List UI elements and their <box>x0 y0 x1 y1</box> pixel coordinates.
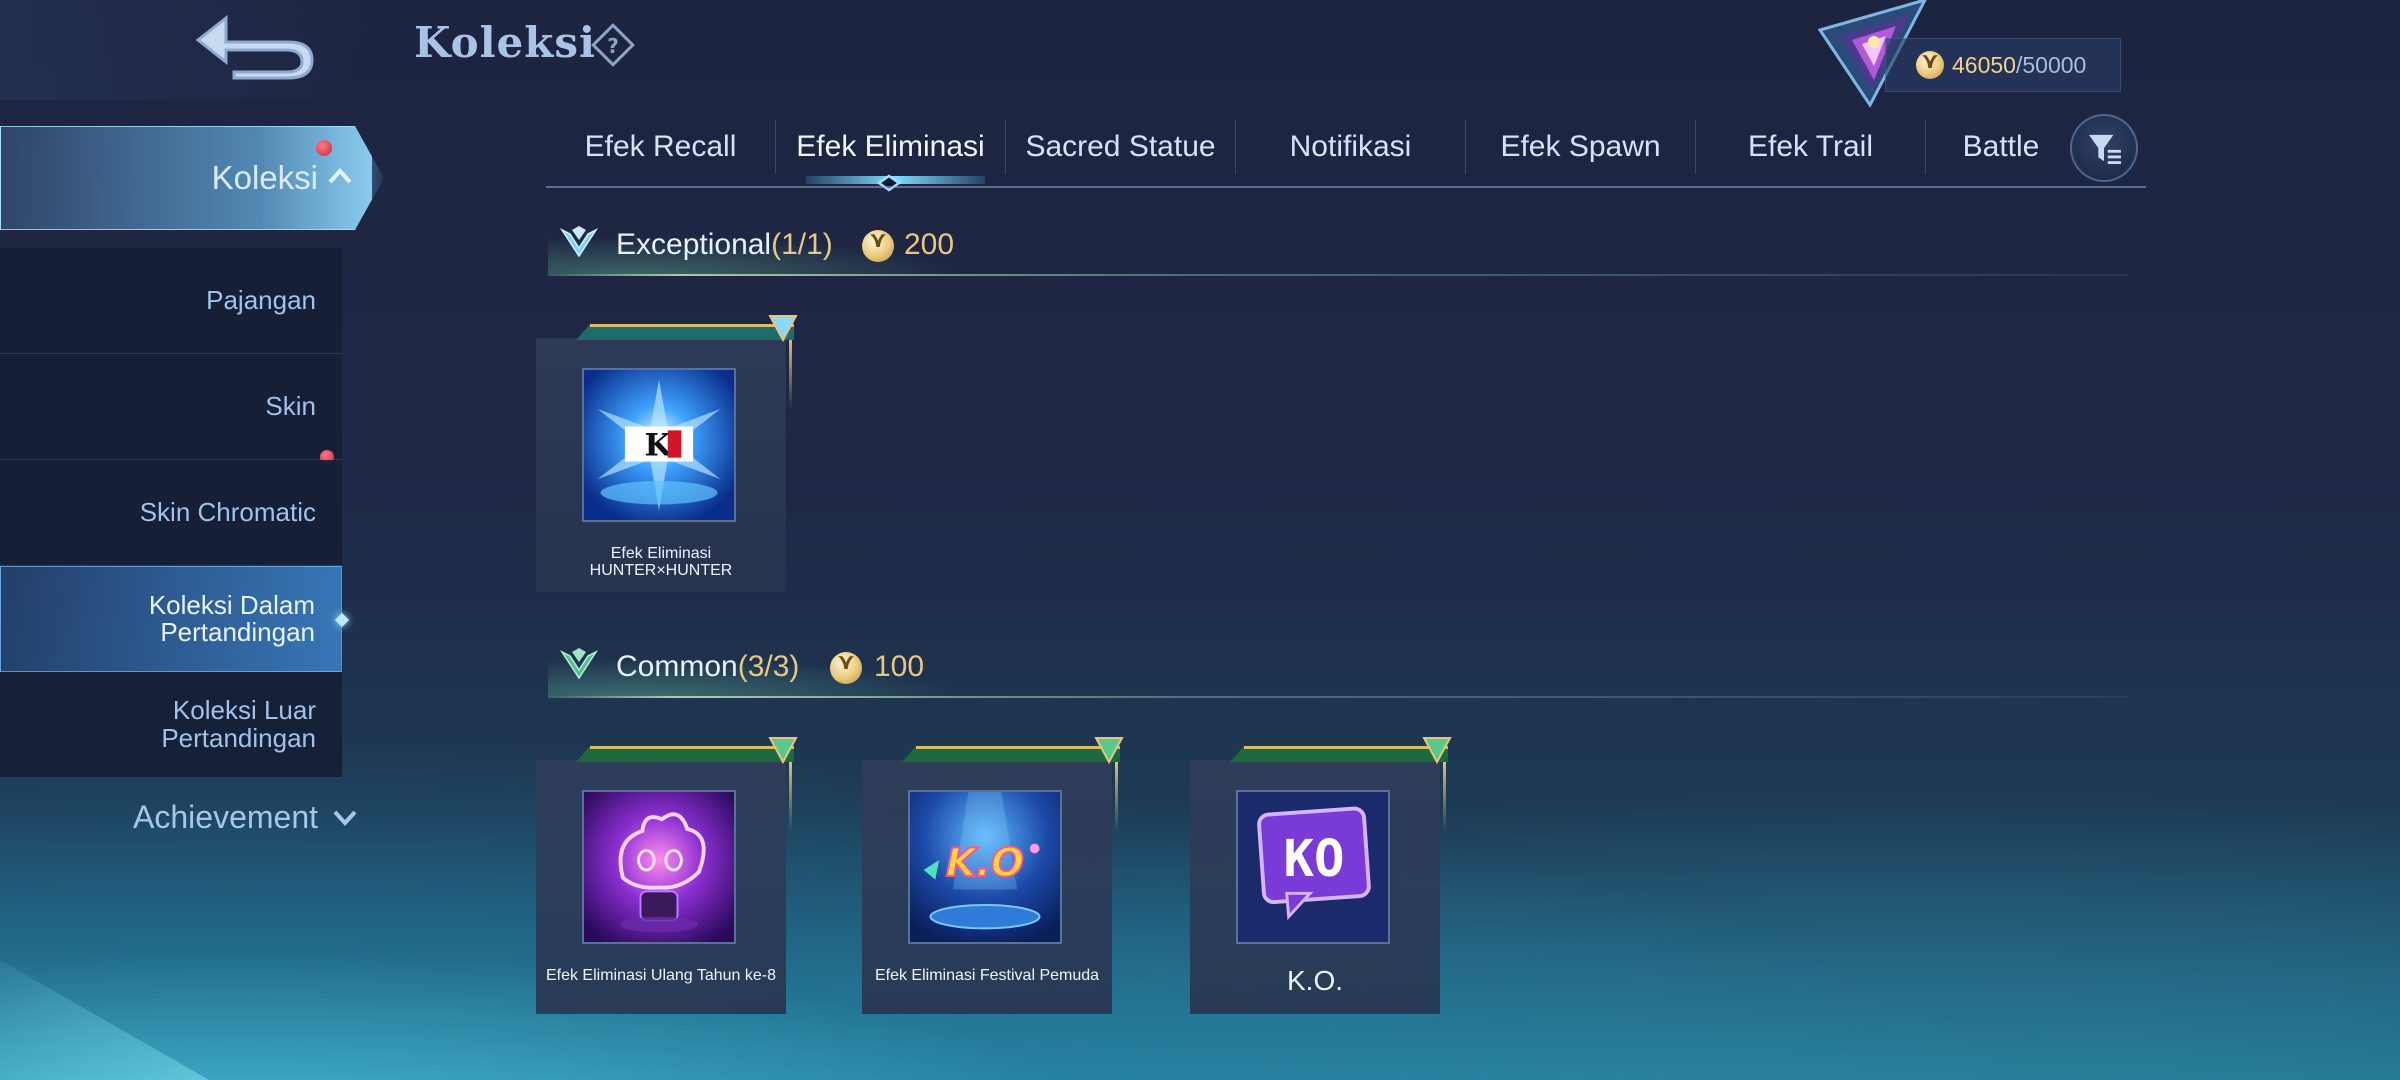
section-title: Exceptional(1/1) <box>616 228 833 262</box>
tier-corner-icon <box>1094 737 1124 765</box>
section-count: (1/1) <box>771 228 833 261</box>
sidebar-group-label: Achievement <box>133 798 318 835</box>
item-thumbnail: K.O <box>908 790 1062 944</box>
sidebar-group-achievement[interactable]: Achievement <box>0 792 358 842</box>
item-name: Efek Eliminasi HUNTER×HUNTER <box>589 545 733 579</box>
tab-label: Sacred Statue <box>1025 130 1216 163</box>
sidebar-item-koleksi-luar-pertandingan[interactable]: Koleksi Luar Pertandingan <box>0 672 342 778</box>
tier-corner-icon <box>768 315 798 343</box>
collection-item-card[interactable]: Efek Eliminasi Ulang Tahun ke-8 <box>536 737 798 1014</box>
tab-label: Efek Trail <box>1747 130 1874 163</box>
tab-efek-recall[interactable]: Efek Recall <box>546 120 776 174</box>
tab-label: Battle <box>1962 130 2040 163</box>
tier-corner-icon <box>768 737 798 765</box>
section-count: (3/3) <box>737 650 800 683</box>
section-title: Common(3/3) <box>616 650 799 684</box>
collection-coin-icon <box>862 228 894 262</box>
collection-item-card[interactable]: K Efek Eliminasi HUNTER×HUNTER <box>536 315 798 592</box>
tab-efek-eliminasi[interactable]: Efek Eliminasi <box>776 120 1006 184</box>
filter-button[interactable] <box>2070 114 2138 182</box>
item-name: K.O. <box>1286 965 1343 996</box>
tab-notifikasi[interactable]: Notifikasi <box>1236 120 1466 174</box>
sidebar-group-koleksi[interactable]: Koleksi <box>0 126 318 230</box>
tab-divider <box>546 186 2146 188</box>
tab-label: Efek Recall <box>584 130 737 163</box>
points-max: /50000 <box>2015 51 2087 78</box>
item-name: Efek Eliminasi Festival Pemuda <box>874 967 1100 984</box>
sidebar-item-pajangan[interactable]: Pajangan <box>0 248 342 354</box>
points-current: 46050 <box>1952 51 2016 78</box>
background-shard <box>0 960 210 1080</box>
sidebar-item-label: Skin <box>265 390 316 421</box>
notification-dot <box>316 140 332 156</box>
thumb-ko-text: K.O <box>946 841 1024 886</box>
sidebar-list: Pajangan Skin Skin Chromatic Koleksi Dal… <box>0 248 342 778</box>
category-tabs: Efek Recall Efek Eliminasi Sacred Statue… <box>546 120 2146 186</box>
section-header-common: Common(3/3) 100 <box>548 638 2128 698</box>
page-title: Koleksi <box>414 18 596 67</box>
section-title-text: Common <box>616 650 738 683</box>
sidebar-item-label: Skin Chromatic <box>139 496 316 527</box>
tab-label: Efek Eliminasi <box>796 130 985 163</box>
tab-battle[interactable]: Battle <box>1926 120 2076 174</box>
collection-item-card[interactable]: K.O Efek Eliminasi Festival Pemuda <box>862 737 1124 1014</box>
help-button[interactable]: ? <box>590 22 636 68</box>
tab-efek-spawn[interactable]: Efek Spawn <box>1466 120 1696 174</box>
tab-label: Efek Spawn <box>1500 130 1661 163</box>
item-thumbnail: KO <box>1236 790 1390 944</box>
collection-coin-icon <box>830 650 862 684</box>
svg-text:?: ? <box>607 34 619 58</box>
back-arrow-icon <box>195 14 314 80</box>
active-tab-indicator-icon <box>877 174 901 192</box>
item-thumbnail <box>582 790 736 944</box>
section-header-exceptional: Exceptional(1/1) 200 <box>548 216 2128 276</box>
tab-sacred-statue[interactable]: Sacred Statue <box>1006 120 1236 174</box>
collection-coin-icon <box>1916 49 1944 79</box>
item-name: Efek Eliminasi Ulang Tahun ke-8 <box>545 967 777 984</box>
sidebar-item-label: Koleksi Dalam Pertandingan <box>148 589 315 647</box>
filter-icon <box>2088 134 2121 164</box>
sidebar-item-skin[interactable]: Skin <box>0 354 342 464</box>
common-tier-icon <box>560 648 598 680</box>
sidebar-item-skin-chromatic[interactable]: Skin Chromatic <box>0 460 342 566</box>
sidebar-item-koleksi-dalam-pertandingan[interactable]: Koleksi Dalam Pertandingan <box>0 566 342 672</box>
chevron-down-icon <box>333 810 357 826</box>
help-icon: ? <box>591 23 635 67</box>
sidebar-item-label: Koleksi Luar Pertandingan <box>161 695 316 753</box>
tier-corner-icon <box>1422 737 1452 765</box>
collection-item-card[interactable]: KO K.O. <box>1190 737 1452 1014</box>
chevron-up-icon <box>328 168 352 184</box>
back-button[interactable] <box>190 8 320 84</box>
section-points: 100 <box>874 650 925 683</box>
tab-efek-trail[interactable]: Efek Trail <box>1696 120 1926 174</box>
exceptional-tier-icon <box>560 226 598 258</box>
section-points: 200 <box>904 228 955 261</box>
item-thumbnail: K <box>582 368 736 522</box>
collection-points: 46050 /50000 <box>1885 38 2121 92</box>
thumb-ko-text: KO <box>1283 829 1344 888</box>
section-title-text: Exceptional <box>616 228 772 261</box>
tab-label: Notifikasi <box>1289 130 1412 163</box>
sidebar-item-label: Pajangan <box>206 284 316 315</box>
